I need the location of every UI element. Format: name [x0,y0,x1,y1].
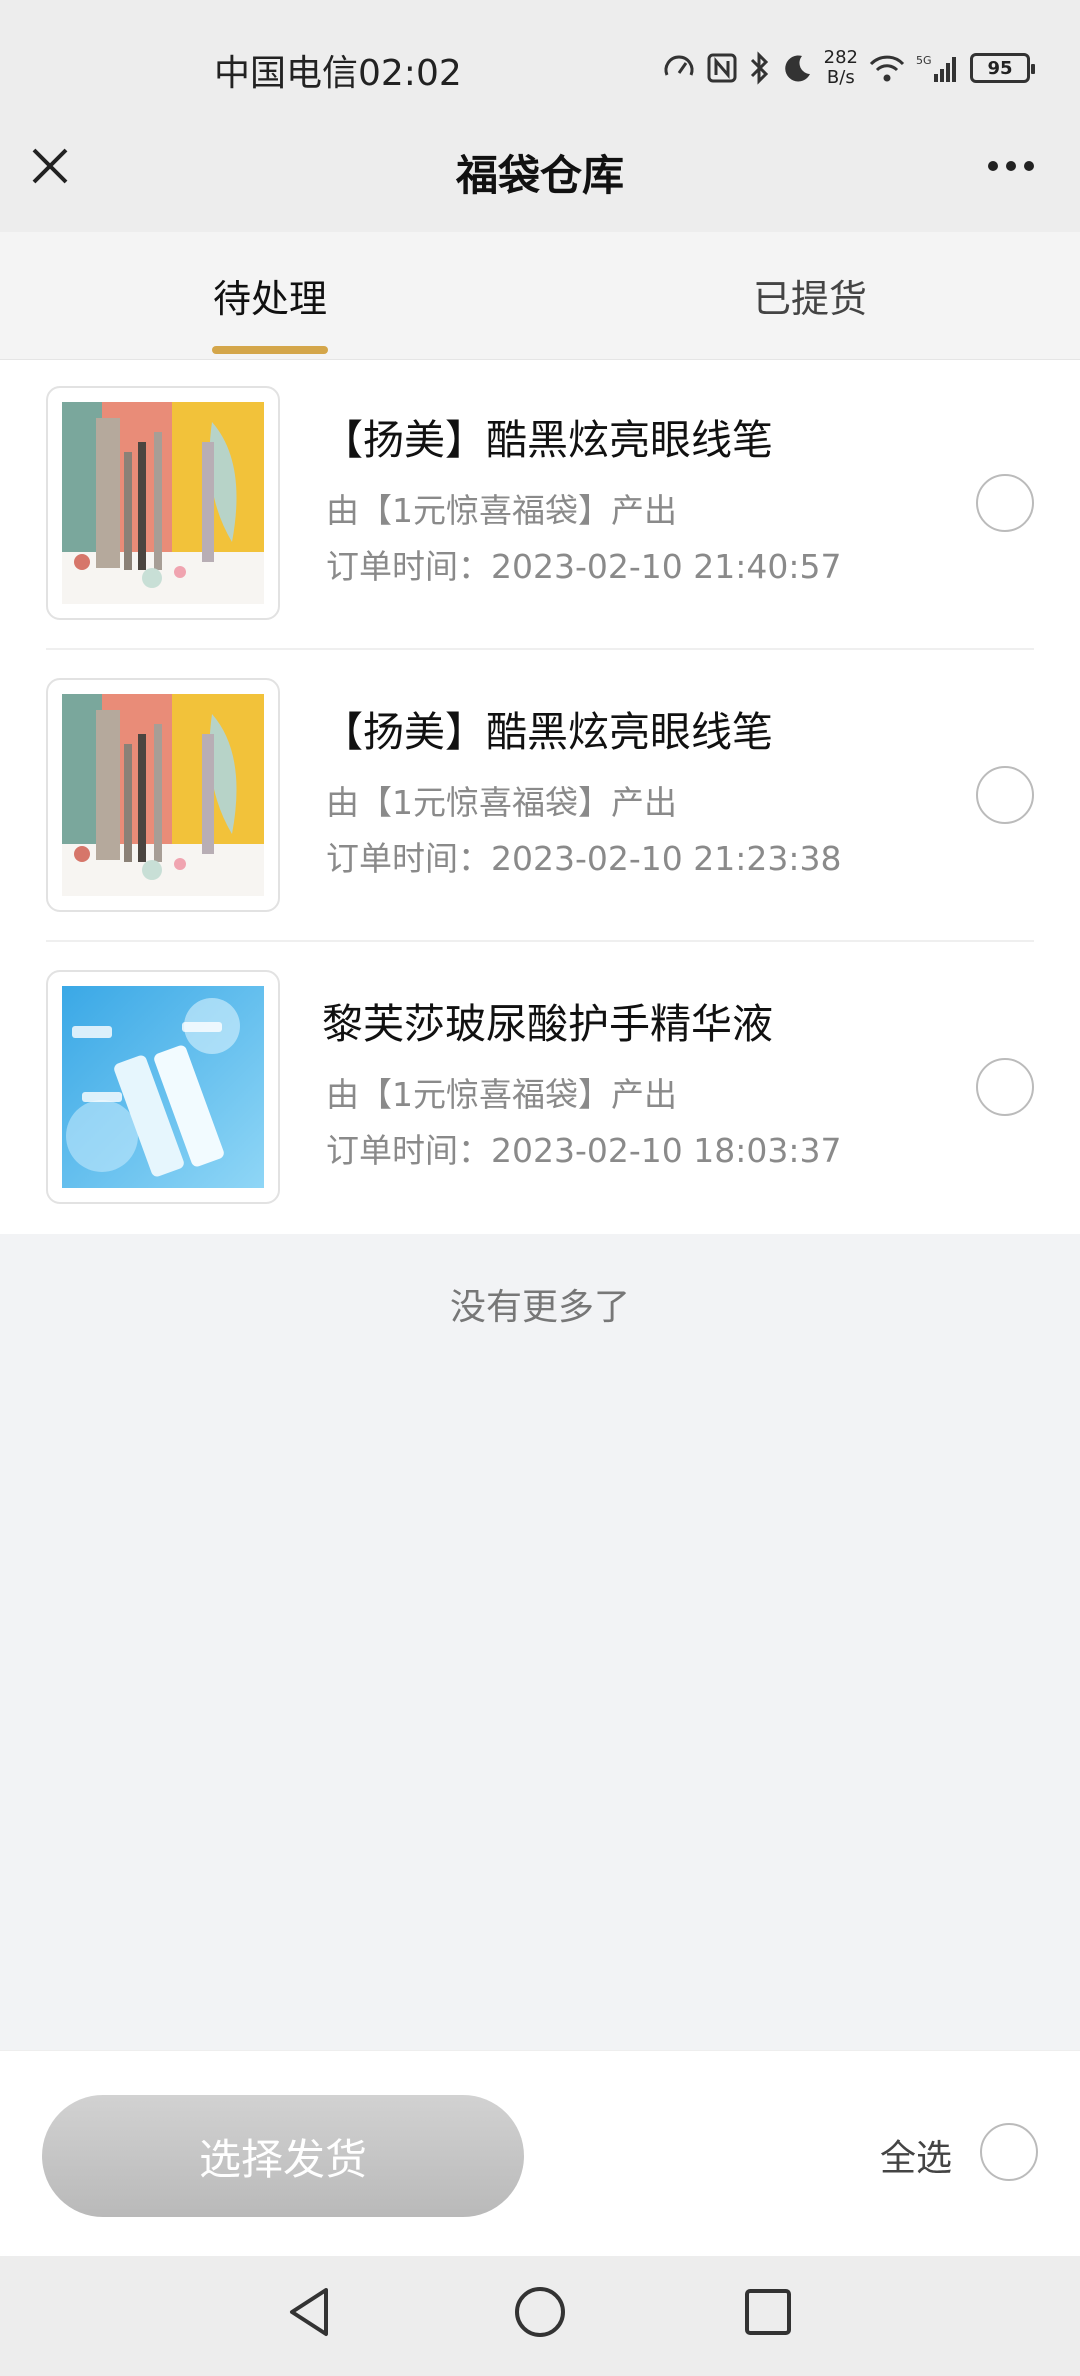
nfc-icon [706,52,738,84]
list-item[interactable]: 黎芙莎玻尿酸护手精华液 由【1元惊喜福袋】产出 订单时间：2023-02-10 … [0,944,1080,1236]
item-title: 【扬美】酷黑炫亮眼线笔 [322,416,773,464]
item-source: 由【1元惊喜福袋】产出 [326,783,677,822]
item-source: 由【1元惊喜福袋】产出 [326,491,677,530]
select-ship-button[interactable]: 选择发货 [42,2095,524,2217]
recents-square-icon[interactable] [738,2282,798,2342]
item-select-radio[interactable] [976,474,1034,532]
item-order-time: 订单时间：2023-02-10 18:03:37 [326,1131,842,1170]
item-order-time: 订单时间：2023-02-10 21:23:38 [326,839,842,878]
active-tab-indicator [212,346,328,354]
page-title: 福袋仓库 [455,151,624,200]
battery-indicator: 95 [970,53,1035,83]
product-thumbnail[interactable] [46,970,280,1204]
item-title: 黎芙莎玻尿酸护手精华液 [322,1000,773,1048]
svg-text:5G: 5G [916,54,932,67]
item-select-radio[interactable] [976,766,1034,824]
bluetooth-icon [748,50,772,86]
divider [46,940,1034,942]
item-select-radio[interactable] [976,1058,1034,1116]
eyeliner-product-image [62,402,264,604]
back-triangle-icon[interactable] [280,2282,340,2342]
divider [46,648,1034,650]
speedometer-icon [662,51,696,85]
hand-essence-product-image [62,986,264,1188]
item-order-time: 订单时间：2023-02-10 21:40:57 [326,547,842,586]
moon-icon [782,52,814,84]
carrier-time: 中国电信02:02 [214,53,462,94]
select-all-radio[interactable] [980,2123,1038,2181]
item-source: 由【1元惊喜福袋】产出 [326,1075,677,1114]
system-nav-bar [0,2256,1080,2376]
product-thumbnail[interactable] [46,386,280,620]
nav-bar: 福袋仓库 [0,100,1080,232]
wifi-icon [868,52,906,84]
net-speed: 282 B/s [823,47,858,88]
no-more-text: 没有更多了 [449,1287,630,1328]
tab-pending[interactable]: 待处理 [120,268,420,323]
warehouse-list: 【扬美】酷黑炫亮眼线笔 由【1元惊喜福袋】产出 订单时间：2023-02-10 … [0,360,1080,1234]
eyeliner-product-image [62,694,264,896]
cellular-signal-icon: 5G [916,52,960,84]
list-item[interactable]: 【扬美】酷黑炫亮眼线笔 由【1元惊喜福袋】产出 订单时间：2023-02-10 … [0,652,1080,944]
home-circle-icon[interactable] [510,2282,570,2342]
tab-bar: 待处理 已提货 [0,232,1080,360]
item-title: 【扬美】酷黑炫亮眼线笔 [322,708,773,756]
list-item[interactable]: 【扬美】酷黑炫亮眼线笔 由【1元惊喜福袋】产出 订单时间：2023-02-10 … [0,360,1080,652]
status-icons: 282 B/s 5G 95 [662,40,1035,96]
tab-picked-up[interactable]: 已提货 [660,268,960,323]
select-all-label[interactable]: 全选 [880,2129,952,2181]
more-options-icon[interactable] [986,158,1036,172]
product-thumbnail[interactable] [46,678,280,912]
bottom-action-bar: 选择发货 全选 [0,2050,1080,2256]
